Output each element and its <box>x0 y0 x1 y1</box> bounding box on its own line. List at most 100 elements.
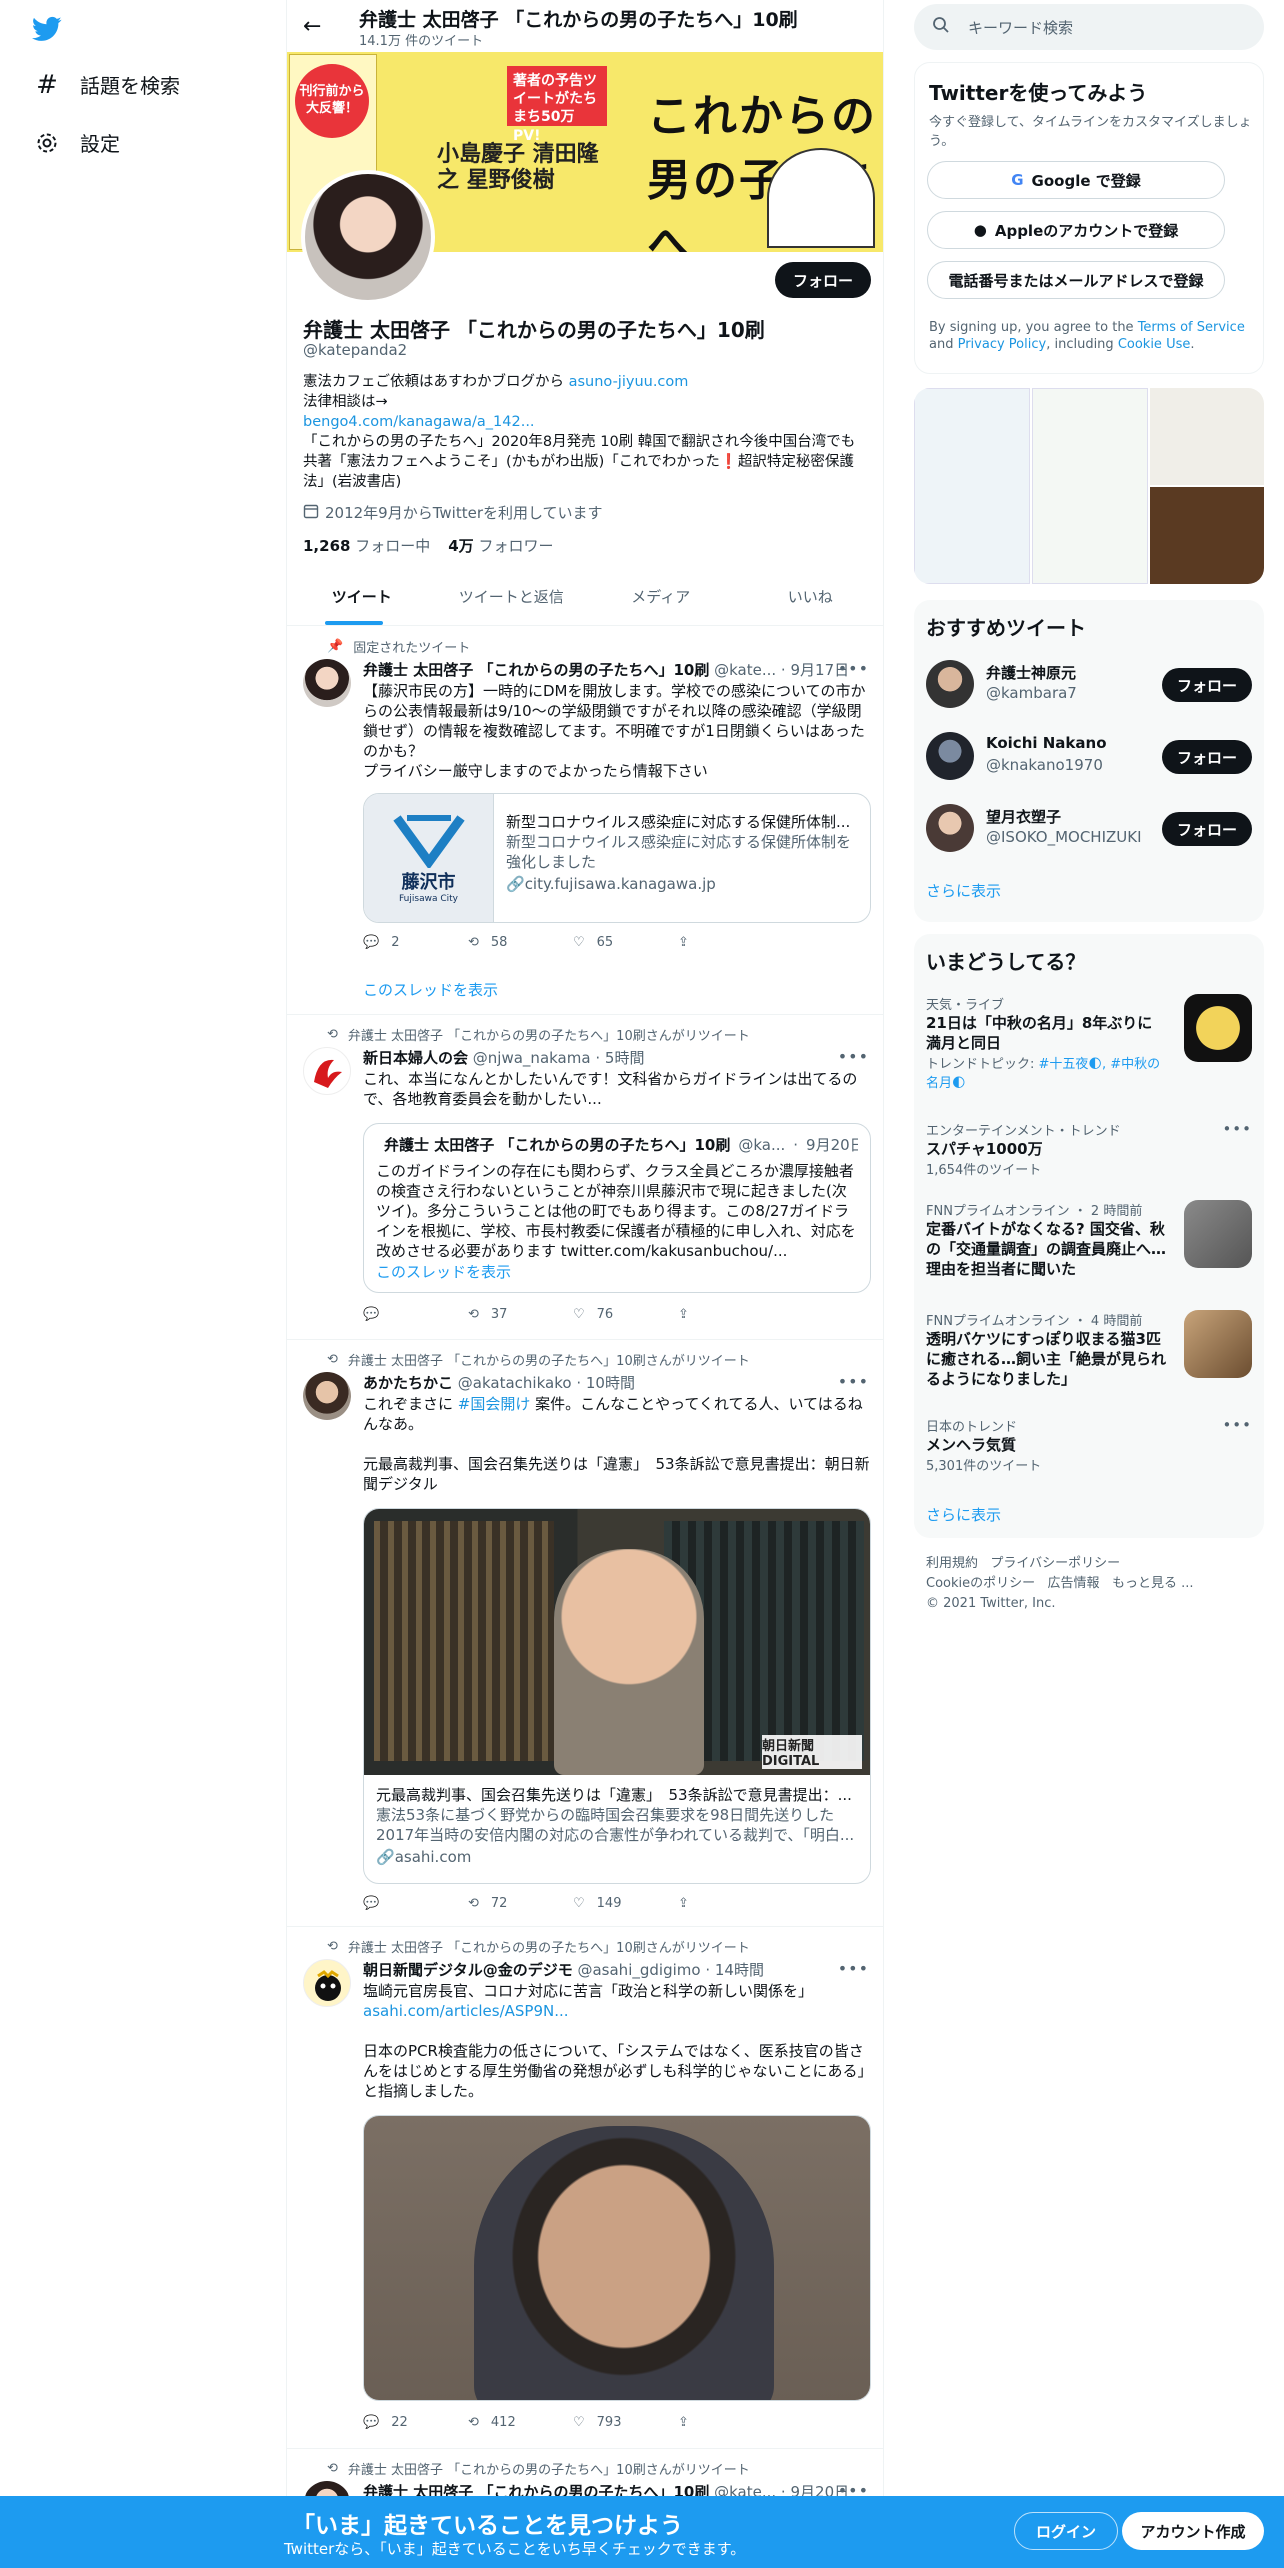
tweet[interactable]: ⟲ 弁護士 太田啓子 「これからの男の子たちへ」10刷さんがリツイート あかたち… <box>287 1340 883 1927</box>
trend-item[interactable]: FNNプライムオンライン ・ 4 時間前 透明バケツにすっぽり収まる猫3匹に癒さ… <box>926 1310 1252 1410</box>
share-button[interactable]: ⇪ <box>678 1896 783 1911</box>
like-button[interactable]: ♡ 76 <box>573 1307 678 1322</box>
privacy-link[interactable]: Privacy Policy <box>958 337 1047 352</box>
rec-follow-button[interactable]: フォロー <box>1162 668 1252 702</box>
reply-button[interactable]: 💬 2 <box>363 935 468 950</box>
tweet[interactable]: 📌 固定されたツイート 弁護士 太田啓子 「これからの男の子たちへ」10刷 @k… <box>287 627 883 1015</box>
nav-settings[interactable]: 設定 <box>34 128 120 157</box>
more-icon[interactable]: ••• <box>838 1047 869 1066</box>
rec-follow-button[interactable]: フォロー <box>1162 740 1252 774</box>
tweet-author-name[interactable]: あかたちかこ <box>363 1374 453 1392</box>
followers-link[interactable]: 4万 フォロワー <box>448 535 553 556</box>
footer-cookie-link[interactable]: Cookieのポリシー <box>926 1576 1035 1591</box>
tweet-avatar[interactable] <box>303 1372 351 1420</box>
tab-likes[interactable]: いいね <box>736 568 884 625</box>
twitter-logo-icon[interactable] <box>30 14 64 44</box>
show-more-link[interactable]: さらに表示 <box>926 880 1001 901</box>
retweet-icon: ⟲ <box>468 2415 479 2430</box>
tweet-author-handle[interactable]: @asahi_gdigimo <box>577 1961 700 1979</box>
like-button[interactable]: ♡ 149 <box>573 1896 678 1911</box>
tweet-photo[interactable] <box>363 2115 871 2401</box>
retweet-button[interactable]: ⟲ 412 <box>468 2415 573 2430</box>
tweet-author-handle[interactable]: @njwa_nakama <box>473 1049 591 1067</box>
share-button[interactable]: ⇪ <box>678 2415 783 2430</box>
footer-terms-link[interactable]: 利用規約 <box>926 1556 978 1571</box>
share-button[interactable]: ⇪ <box>678 1307 783 1322</box>
bio-link-asuno[interactable]: asuno-jiyuu.com <box>569 374 689 390</box>
follow-button[interactable]: フォロー <box>775 262 871 298</box>
google-signup-button[interactable]: G Google で登録 <box>927 161 1225 199</box>
recommended-user[interactable]: 望月衣塑子 @ISOKO_MOCHIZUKI フォロー <box>926 798 1252 858</box>
nav-explore[interactable]: # 話題を検索 <box>34 70 180 100</box>
more-icon[interactable]: ••• <box>1222 1416 1252 1434</box>
retweet-button[interactable]: ⟲ 72 <box>468 1896 573 1911</box>
signup-button[interactable]: アカウント作成 <box>1122 2512 1264 2550</box>
tweet-author-handle[interactable]: @kate... <box>714 661 776 679</box>
terms-link[interactable]: Terms of Service <box>1138 320 1245 335</box>
reply-button[interactable]: 💬 <box>363 1896 468 1911</box>
tweet-time[interactable]: 5時間 <box>605 1049 645 1067</box>
share-button[interactable]: ⇪ <box>678 935 783 950</box>
tweet[interactable]: ⟲ 弁護士 太田啓子 「これからの男の子たちへ」10刷さんがリツイート 朝日新聞… <box>287 1927 883 2449</box>
phone-signup-button[interactable]: 電話番号またはメールアドレスで登録 <box>927 261 1225 299</box>
search-input[interactable]: キーワード検索 <box>914 4 1264 50</box>
article-link[interactable]: asahi.com/articles/ASP9N... <box>363 2002 569 2020</box>
tweet[interactable]: ⟲ 弁護士 太田啓子 「これからの男の子たちへ」10刷さんがリツイート 新日本婦… <box>287 1015 883 1340</box>
media-thumb[interactable] <box>1150 388 1264 485</box>
login-button[interactable]: ログイン <box>1014 2512 1118 2550</box>
media-thumb[interactable] <box>1150 487 1264 584</box>
tweet-time[interactable]: 14時間 <box>715 1961 764 1979</box>
trend-item[interactable]: FNNプライムオンライン ・ 2 時間前 定番バイトがなくなる? 国交省、秋の「… <box>926 1200 1252 1300</box>
like-button[interactable]: ♡ 65 <box>573 935 678 950</box>
media-thumb[interactable] <box>914 388 1030 584</box>
show-more-link[interactable]: さらに表示 <box>926 1504 1001 1525</box>
more-icon[interactable]: ••• <box>1222 1120 1252 1138</box>
show-thread-link[interactable]: このスレッドを表示 <box>363 979 498 1000</box>
rec-follow-button[interactable]: フォロー <box>1162 812 1252 846</box>
tweet-author-name[interactable]: 弁護士 太田啓子 「これからの男の子たちへ」10刷 <box>363 661 709 679</box>
media-thumb[interactable] <box>1032 388 1148 584</box>
media-grid[interactable] <box>914 388 1264 584</box>
footer-privacy-link[interactable]: プライバシーポリシー <box>990 1556 1120 1571</box>
trend-item[interactable]: エンターテインメント・トレンド スパチャ1000万 1,654件のツイート ••… <box>926 1120 1252 1180</box>
digimo-mascot-icon <box>315 1970 341 2001</box>
link-card-media[interactable]: 朝日新聞 DIGITAL 元最高裁判事、国会召集先送りは「違憲」 53条訴訟で意… <box>363 1508 871 1884</box>
tab-media[interactable]: メディア <box>586 568 736 625</box>
like-button[interactable]: ♡ 793 <box>573 2415 678 2430</box>
tweet-author-name[interactable]: 朝日新聞デジタル@金のデジモ <box>363 1961 573 1979</box>
tweet-avatar[interactable] <box>303 659 351 707</box>
reply-button[interactable]: 💬 22 <box>363 2415 468 2430</box>
quote-author-handle: @ka... <box>738 1135 786 1154</box>
bio-link-bengo4[interactable]: bengo4.com/kanagawa/a_142... <box>303 414 535 430</box>
profile-handle: @katepanda2 <box>303 341 408 359</box>
apple-signup-button[interactable]: ● Appleのアカウントで登録 <box>927 211 1225 249</box>
more-icon[interactable]: ••• <box>838 1372 869 1391</box>
footer-more-link[interactable]: もっと見る ... <box>1112 1576 1194 1591</box>
reply-button[interactable]: 💬 <box>363 1307 468 1322</box>
more-icon[interactable]: ••• <box>838 659 869 678</box>
profile-avatar[interactable] <box>301 170 435 304</box>
quote-tweet[interactable]: 弁護士 太田啓子 「これからの男の子たちへ」10刷 @ka... · 9月20日… <box>363 1123 871 1293</box>
trend-item[interactable]: 天気・ライブ 21日は「中秋の名月」8年ぶりに満月と同日 トレンドトピック: #… <box>926 994 1252 1094</box>
tweet-author-name[interactable]: 新日本婦人の会 <box>363 1049 468 1067</box>
recommended-user[interactable]: 弁護士神原元 @kambara7 フォロー <box>926 654 1252 714</box>
retweet-button[interactable]: ⟲ 37 <box>468 1307 573 1322</box>
cookie-link[interactable]: Cookie Use <box>1118 337 1191 352</box>
more-icon[interactable]: ••• <box>838 1959 869 1978</box>
tweet-avatar[interactable] <box>303 1959 351 2007</box>
following-link[interactable]: 1,268 フォロー中 <box>303 535 430 556</box>
recommended-user[interactable]: Koichi Nakano @knakano1970 フォロー <box>926 726 1252 786</box>
link-card[interactable]: 藤沢市 Fujisawa City 新型コロナウイルス感染症に対応する保健所体制… <box>363 793 871 923</box>
tweet-avatar[interactable] <box>303 1047 351 1095</box>
back-arrow-icon[interactable]: ← <box>303 14 321 39</box>
hashtag-link[interactable]: #国会開け <box>458 1395 531 1413</box>
tweet-author-handle[interactable]: @akatachikako <box>458 1374 572 1392</box>
footer-ads-link[interactable]: 広告情報 <box>1048 1576 1100 1591</box>
tab-tweets-replies[interactable]: ツイートと返信 <box>437 568 587 625</box>
tweet-time[interactable]: 10時間 <box>586 1374 635 1392</box>
tab-tweets[interactable]: ツイート <box>287 568 437 625</box>
trend-item[interactable]: 日本のトレンド メンヘラ気質 5,301件のツイート ••• <box>926 1416 1252 1476</box>
quote-show-thread[interactable]: このスレッドを表示 <box>376 1261 858 1282</box>
retweet-button[interactable]: ⟲ 58 <box>468 935 573 950</box>
tweet-actions: 💬 22 ⟲ 412 ♡ 793 ⇪ <box>363 2415 783 2430</box>
